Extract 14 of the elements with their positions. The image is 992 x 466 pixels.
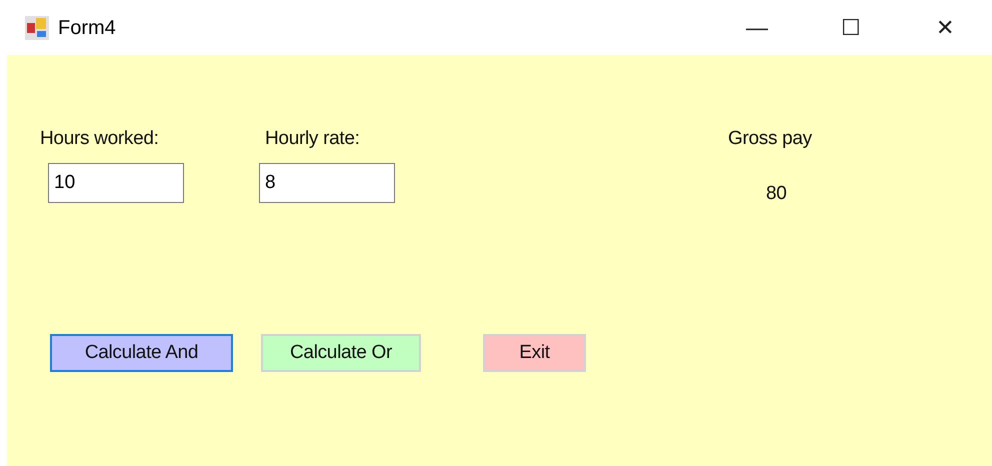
- result-value: 80: [766, 182, 788, 206]
- text-field[interactable]: 8: [259, 162, 395, 202]
- field-label: Hours worked:: [40, 127, 160, 151]
- form-button[interactable]: Exit: [483, 334, 586, 372]
- field-label: Hourly rate:: [265, 127, 361, 151]
- close-button[interactable]: ✕: [898, 16, 992, 40]
- app-icon: [24, 14, 50, 40]
- minimize-button[interactable]: —: [710, 16, 804, 40]
- window-title: Form4: [58, 16, 116, 40]
- form-button[interactable]: Calculate And: [50, 334, 233, 372]
- text-field[interactable]: 10: [48, 162, 184, 202]
- result-label: Gross pay: [728, 127, 812, 151]
- form-button[interactable]: Calculate Or: [261, 334, 421, 372]
- maximize-button[interactable]: ☐: [804, 16, 898, 40]
